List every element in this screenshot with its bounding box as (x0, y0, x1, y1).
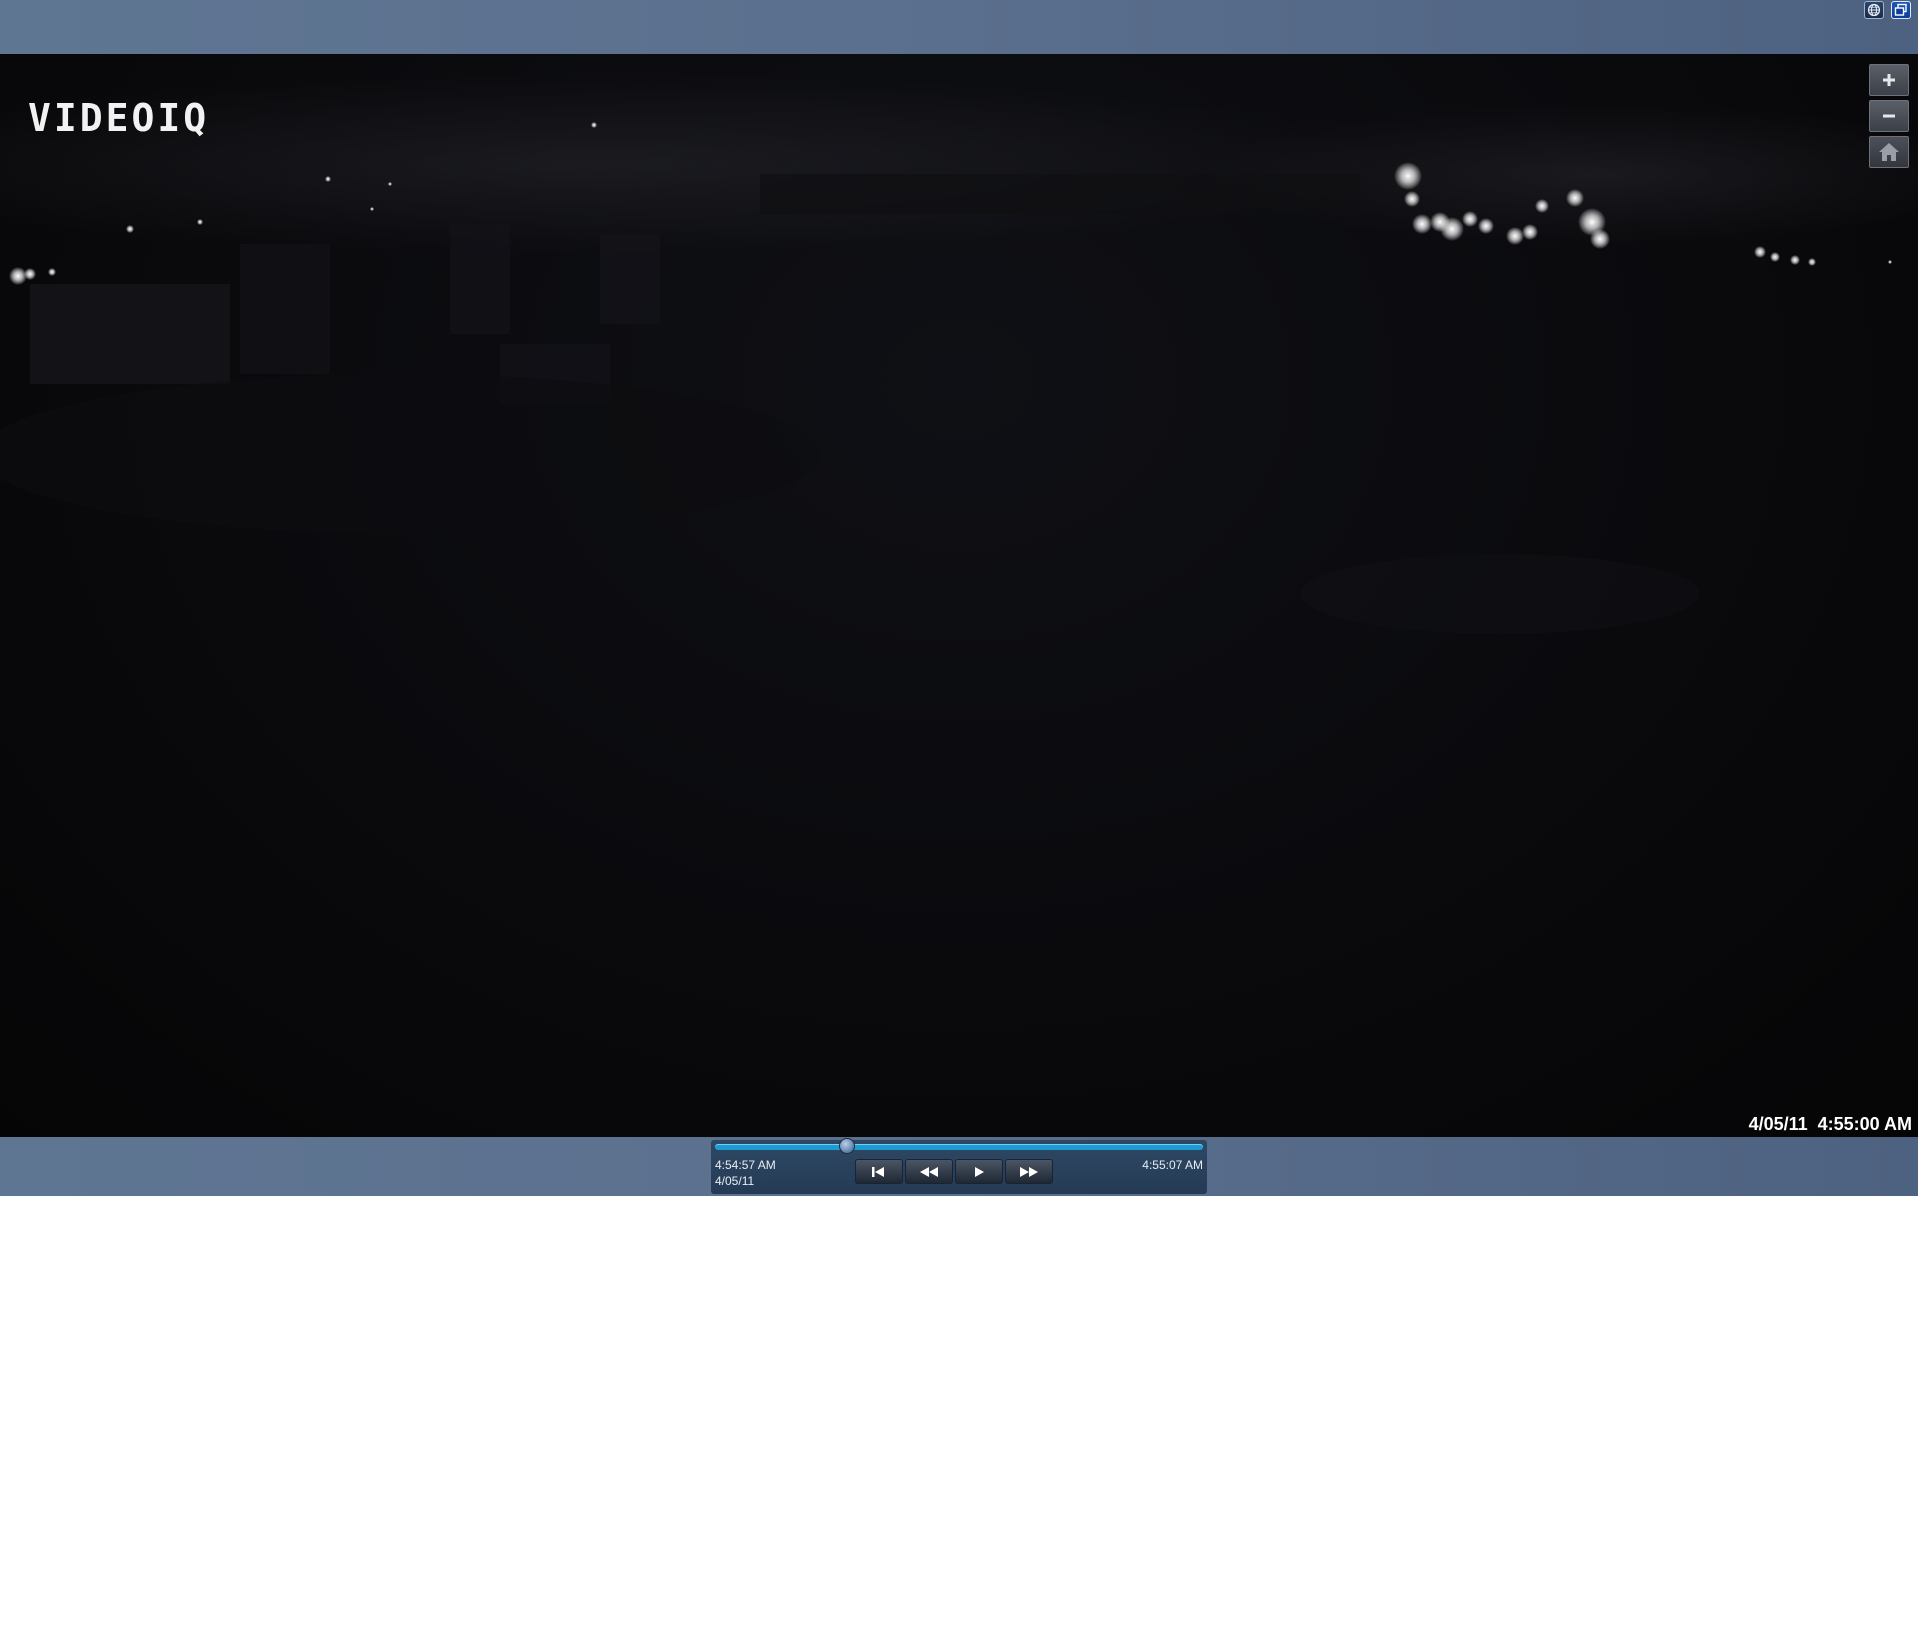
timeline-thumb[interactable] (838, 1138, 855, 1154)
timeline-slider[interactable] (715, 1138, 1203, 1154)
rewind-icon (920, 1166, 938, 1177)
minus-icon (1883, 114, 1895, 118)
restore-window-icon[interactable] (1891, 1, 1911, 19)
zoom-in-button[interactable] (1869, 64, 1909, 96)
end-time: 4:55:07 AM (1142, 1158, 1203, 1172)
globe-icon[interactable] (1864, 1, 1884, 19)
play-button[interactable] (955, 1159, 1003, 1184)
end-time-label: 4:55:07 AM (1142, 1157, 1203, 1173)
transport-buttons (855, 1159, 1055, 1184)
plus-icon (1883, 74, 1895, 86)
video-timestamp: 4/05/11 4:55:00 AM (1748, 1114, 1912, 1134)
rewind-button[interactable] (905, 1159, 953, 1184)
fast-forward-icon (1020, 1166, 1038, 1177)
play-icon (975, 1166, 984, 1177)
skip-to-start-icon (872, 1166, 884, 1177)
home-icon (1879, 143, 1899, 161)
night-scene-image (0, 74, 1918, 634)
start-time-label: 4:54:57 AM 4/05/11 (715, 1157, 776, 1189)
fast-forward-button[interactable] (1005, 1159, 1053, 1184)
zoom-home-button[interactable] (1869, 136, 1909, 168)
playback-controls: 4:54:57 AM 4/05/11 4:55:07 AM (711, 1138, 1207, 1194)
video-player-app: VIDEOIQ 4/05/11 4:55:00 AM 4:54:57 AM 4/… (0, 0, 1918, 1196)
start-date: 4/05/11 (715, 1174, 755, 1188)
start-time: 4:54:57 AM (715, 1158, 776, 1172)
video-viewport[interactable]: VIDEOIQ 4/05/11 4:55:00 AM (0, 54, 1918, 1137)
zoom-controls (1869, 64, 1911, 172)
top-bar (0, 0, 1918, 54)
skip-to-start-button[interactable] (855, 1159, 903, 1184)
zoom-out-button[interactable] (1869, 100, 1909, 132)
camera-watermark: VIDEOIQ (28, 96, 210, 140)
